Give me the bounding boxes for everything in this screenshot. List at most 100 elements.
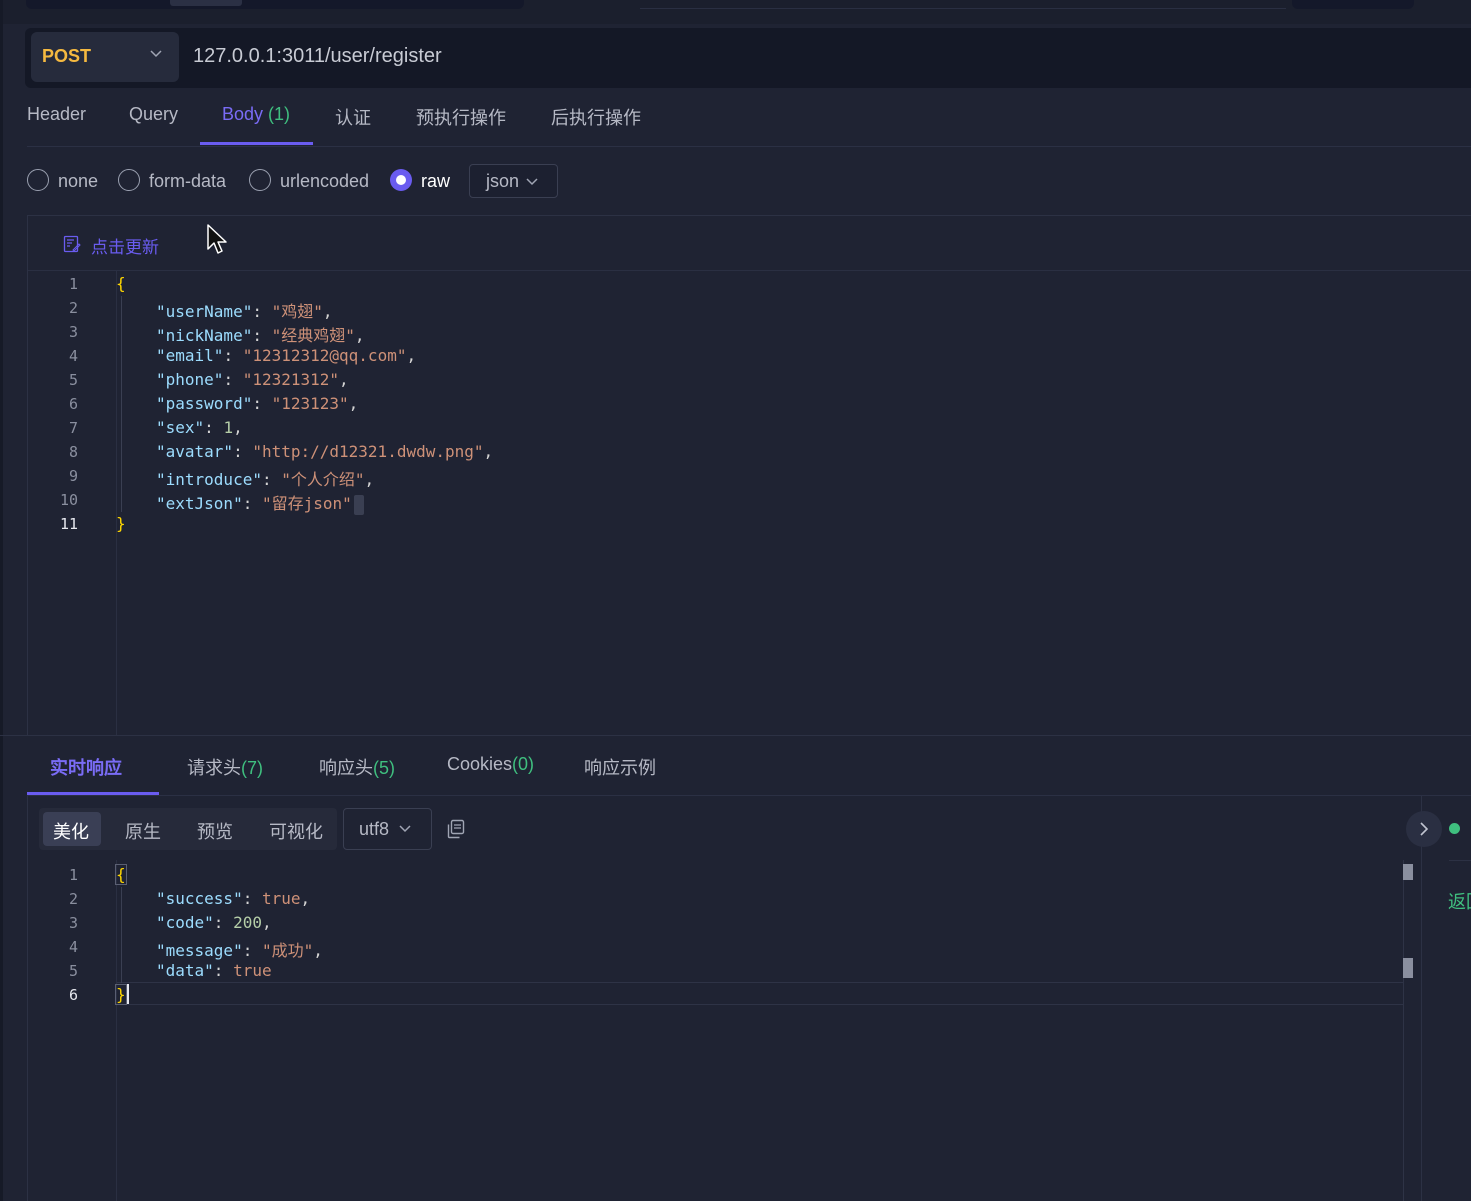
top-tab-indicator[interactable] — [170, 0, 242, 6]
line-number: 1 — [68, 275, 78, 293]
line-number: 1 — [68, 866, 78, 884]
view-mode-preview[interactable]: 预览 — [197, 818, 233, 844]
line-number: 4 — [68, 347, 78, 365]
top-divider — [640, 8, 1286, 9]
tab-label: 请求头 — [187, 758, 241, 778]
scrollbar-marker — [1403, 864, 1413, 880]
code-line[interactable]: "avatar": "http://d12321.dwdw.png", — [156, 442, 493, 461]
line-number: 10 — [59, 491, 78, 509]
line-number: 8 — [68, 443, 78, 461]
top-tab-bar — [26, 0, 524, 9]
tab-count: (7) — [241, 758, 263, 778]
scrollbar-marker — [1403, 958, 1413, 978]
tab-pre-request[interactable]: 预执行操作 — [416, 104, 506, 130]
left-edge — [0, 0, 3, 1201]
code-line[interactable]: "message": "成功", — [156, 937, 323, 961]
line-number: 5 — [68, 371, 78, 389]
code-line[interactable]: "introduce": "个人介绍", — [156, 466, 374, 490]
tab-auth[interactable]: 认证 — [335, 104, 371, 130]
line-number: 3 — [68, 914, 78, 932]
code-line[interactable]: "data": true — [156, 961, 272, 980]
tab-header[interactable]: Header — [27, 104, 86, 125]
line-number: 4 — [68, 938, 78, 956]
code-line[interactable]: "extJson": "留存json" — [156, 490, 364, 515]
current-line-highlight — [117, 982, 1403, 1005]
chevron-down-icon — [399, 825, 411, 833]
line-number: 3 — [68, 323, 78, 341]
tabs-divider — [27, 146, 1471, 147]
tab-live-response[interactable]: 实时响应 — [50, 754, 122, 780]
response-gutter-separator — [116, 860, 117, 1201]
line-number: 6 — [68, 395, 78, 413]
radio-raw-label[interactable]: raw — [421, 171, 450, 192]
tab-query[interactable]: Query — [129, 104, 178, 125]
tab-label: 实时响应 — [50, 758, 122, 778]
radio-form-data-label[interactable]: form-data — [149, 171, 226, 192]
response-right-border — [1421, 796, 1422, 1201]
chevron-down-icon — [150, 50, 162, 58]
tab-request-headers[interactable]: 请求头(7) — [187, 754, 263, 780]
code-brace-close: } — [116, 514, 126, 533]
update-button[interactable]: 点击更新 — [91, 233, 159, 258]
code-line[interactable]: "sex": 1, — [156, 418, 243, 437]
tab-label: Query — [129, 104, 179, 124]
mouse-cursor-icon — [207, 224, 227, 254]
status-dot — [1449, 823, 1460, 834]
copy-icon[interactable] — [447, 819, 465, 839]
line-number: 7 — [68, 419, 78, 437]
tab-post-request[interactable]: 后执行操作 — [551, 104, 641, 130]
tab-label: Body — [222, 104, 269, 124]
tab-label: 认证 — [335, 108, 371, 128]
tab-response-example[interactable]: 响应示例 — [584, 754, 656, 780]
radio-raw[interactable] — [390, 169, 412, 191]
tab-body[interactable]: Body (1) — [222, 104, 290, 125]
line-number: 2 — [68, 890, 78, 908]
line-number: 9 — [68, 467, 78, 485]
tab-count: (5) — [373, 758, 395, 778]
code-line[interactable]: "userName": "鸡翅", — [156, 298, 333, 322]
text-cursor — [127, 984, 129, 1004]
radio-form-data[interactable] — [118, 169, 140, 191]
code-line[interactable]: "success": true, — [156, 889, 310, 908]
tab-label: 响应示例 — [584, 758, 656, 778]
raw-format-label: json — [486, 171, 520, 191]
tab-label: Header — [27, 104, 87, 124]
active-tab-underline — [200, 142, 313, 145]
tab-cookies[interactable]: Cookies(0) — [447, 754, 534, 775]
radio-none[interactable] — [27, 169, 49, 191]
radio-urlencoded-label[interactable]: urlencoded — [280, 171, 369, 192]
line-number: 5 — [68, 962, 78, 980]
view-mode-raw[interactable]: 原生 — [125, 818, 161, 844]
indent-guide — [121, 887, 122, 983]
chevron-right-icon — [1420, 822, 1429, 836]
tab-label: Cookies — [447, 754, 513, 774]
code-brace-close: } — [115, 984, 127, 1005]
tab-count: (0) — [512, 754, 535, 774]
tab-response-headers[interactable]: 响应头(5) — [319, 754, 395, 780]
response-scrollbar[interactable] — [1403, 860, 1404, 1201]
view-mode-visualize[interactable]: 可视化 — [269, 818, 323, 844]
radio-none-label[interactable]: none — [58, 171, 98, 192]
editor-gutter-separator — [116, 271, 117, 735]
response-divider — [0, 735, 1471, 736]
line-number: 6 — [68, 986, 78, 1004]
code-line[interactable]: "password": "123123", — [156, 394, 358, 413]
indent-guide — [121, 296, 122, 512]
line-number: 2 — [68, 299, 78, 317]
code-line[interactable]: "nickName": "经典鸡翅", — [156, 322, 365, 346]
code-line[interactable]: "phone": "12321312", — [156, 370, 349, 389]
tab-count: (1) — [268, 104, 291, 124]
edit-document-icon[interactable] — [63, 235, 81, 253]
editor-separator — [28, 270, 1471, 271]
response-tabs-divider — [27, 795, 1471, 796]
url-input[interactable]: 127.0.0.1:3011/user/register — [193, 45, 442, 68]
view-mode-pretty[interactable]: 美化 — [53, 818, 89, 844]
code-line[interactable]: "email": "12312312@qq.com", — [156, 346, 416, 365]
top-right-control[interactable] — [1292, 0, 1414, 9]
radio-urlencoded[interactable] — [249, 169, 271, 191]
tab-label: 预执行操作 — [416, 108, 506, 128]
side-panel-divider — [1449, 860, 1471, 861]
tab-label: 后执行操作 — [551, 108, 641, 128]
return-label: 返回 — [1448, 892, 1471, 912]
code-line[interactable]: "code": 200, — [156, 913, 272, 932]
